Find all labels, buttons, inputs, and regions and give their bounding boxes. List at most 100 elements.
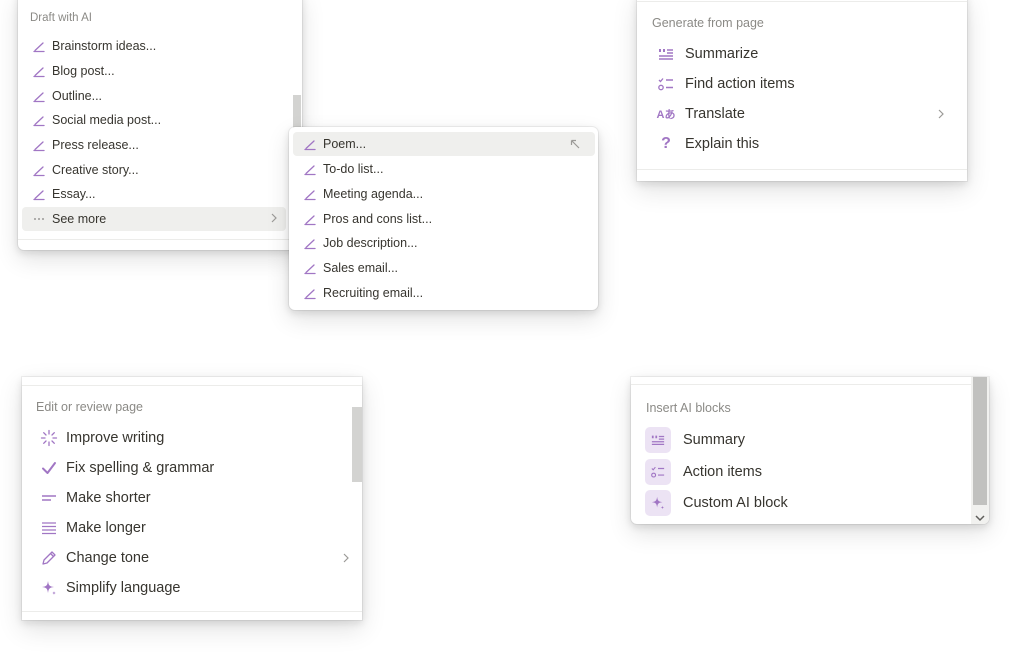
insert-ai-blocks-menu: Insert AI blocks Summary Action items Cu… bbox=[631, 377, 989, 524]
submenu-item-sales-email[interactable]: Sales email... bbox=[293, 256, 595, 280]
menu-item-press-release[interactable]: Press release... bbox=[22, 133, 286, 157]
menu-item-label: Custom AI block bbox=[683, 495, 788, 511]
pencil-icon bbox=[26, 138, 52, 152]
scrollbar-thumb[interactable] bbox=[973, 377, 987, 505]
menu-divider bbox=[22, 611, 362, 612]
translate-icon: Aあ bbox=[651, 106, 681, 122]
menu-item-find-action-items[interactable]: Find action items bbox=[645, 69, 961, 99]
menu-item-simplify-language[interactable]: Simplify language bbox=[28, 573, 354, 603]
menu-item-change-tone[interactable]: Change tone bbox=[28, 543, 354, 573]
menu-heading: Generate from page bbox=[652, 16, 764, 30]
pencil-icon bbox=[297, 162, 323, 176]
submenu-item-label: Meeting agenda... bbox=[323, 187, 424, 201]
menu-item-improve-writing[interactable]: Improve writing bbox=[28, 423, 354, 453]
pencil-icon bbox=[297, 261, 323, 275]
chevron-right-icon bbox=[342, 552, 350, 568]
menu-item-explain-this[interactable]: ? Explain this bbox=[645, 129, 961, 159]
pencil-icon bbox=[297, 212, 323, 226]
submenu-item-label: Job description... bbox=[323, 236, 418, 250]
menu-item-blog-post[interactable]: Blog post... bbox=[22, 59, 286, 83]
menu-item-label: Fix spelling & grammar bbox=[66, 460, 215, 476]
submenu-item-label: Poem... bbox=[323, 137, 367, 151]
submenu-item-job-description[interactable]: Job description... bbox=[293, 231, 595, 255]
submenu-item-poem[interactable]: Poem... bbox=[293, 132, 595, 156]
menu-item-label: Improve writing bbox=[66, 430, 165, 446]
menu-divider bbox=[637, 1, 967, 2]
generate-from-page-menu: Generate from page Summarize Find action… bbox=[637, 0, 967, 181]
menu-divider bbox=[637, 169, 967, 170]
menu-item-label: Blog post... bbox=[52, 64, 115, 78]
summary-icon bbox=[651, 46, 681, 62]
menu-item-label: Simplify language bbox=[66, 580, 181, 596]
menu-item-creative-story[interactable]: Creative story... bbox=[22, 158, 286, 182]
arrow-up-left-icon bbox=[569, 138, 581, 153]
menu-item-label: Summarize bbox=[685, 46, 759, 62]
pencil-icon bbox=[26, 39, 52, 53]
chevron-right-icon bbox=[270, 212, 278, 227]
submenu-item-meeting-agenda[interactable]: Meeting agenda... bbox=[293, 182, 595, 206]
checkmark-icon bbox=[34, 459, 64, 477]
sparkle-burst-icon bbox=[34, 429, 64, 447]
menu-item-label: Brainstorm ideas... bbox=[52, 39, 157, 53]
chevron-right-icon bbox=[937, 108, 945, 124]
pencil-icon bbox=[26, 89, 52, 103]
menu-item-label: Press release... bbox=[52, 138, 139, 152]
submenu-item-label: To-do list... bbox=[323, 162, 384, 176]
menu-item-custom-ai-block[interactable]: Custom AI block bbox=[645, 488, 965, 518]
ellipsis-icon bbox=[26, 212, 52, 226]
menu-divider bbox=[631, 384, 971, 385]
menu-item-label: Make shorter bbox=[66, 490, 151, 506]
menu-item-label: Translate bbox=[685, 106, 745, 122]
menu-heading: Edit or review page bbox=[36, 400, 144, 414]
pencil-icon bbox=[26, 163, 52, 177]
menu-item-fix-spelling[interactable]: Fix spelling & grammar bbox=[28, 453, 354, 483]
pencil-icon bbox=[26, 187, 52, 201]
long-lines-icon bbox=[34, 519, 64, 537]
sparkle-icon bbox=[34, 579, 64, 597]
menu-item-brainstorm[interactable]: Brainstorm ideas... bbox=[22, 34, 286, 58]
submenu-item-todo-list[interactable]: To-do list... bbox=[293, 157, 595, 181]
menu-item-label: Change tone bbox=[66, 550, 150, 566]
sparkle-icon bbox=[645, 490, 671, 516]
draft-with-ai-menu: Draft with AI Brainstorm ideas... Blog p… bbox=[18, 0, 302, 250]
menu-item-outline[interactable]: Outline... bbox=[22, 84, 286, 108]
pencil-icon bbox=[297, 137, 323, 151]
menu-item-label: Outline... bbox=[52, 89, 103, 103]
submenu-item-label: Pros and cons list... bbox=[323, 212, 433, 226]
translate-glyph: Aあ bbox=[656, 109, 676, 121]
menu-divider bbox=[18, 239, 302, 240]
menu-item-summary[interactable]: Summary bbox=[645, 425, 965, 455]
menu-item-label: Essay... bbox=[52, 187, 96, 201]
submenu-item-label: Recruiting email... bbox=[323, 286, 424, 300]
menu-item-label: Action items bbox=[683, 464, 762, 480]
menu-item-see-more[interactable]: See more bbox=[22, 207, 286, 231]
pencil-icon bbox=[297, 187, 323, 201]
menu-item-label: See more bbox=[52, 212, 107, 226]
pencil-icon bbox=[26, 64, 52, 78]
question-icon: ? bbox=[661, 135, 671, 152]
submenu-item-pros-cons[interactable]: Pros and cons list... bbox=[293, 207, 595, 231]
menu-item-translate[interactable]: Aあ Translate bbox=[645, 99, 961, 129]
scroll-down-arrow-icon[interactable] bbox=[975, 509, 985, 524]
edit-or-review-menu: Edit or review page Improve writing Fix … bbox=[22, 377, 362, 620]
submenu-item-label: Sales email... bbox=[323, 261, 399, 275]
menu-item-essay[interactable]: Essay... bbox=[22, 182, 286, 206]
menu-item-label: Social media post... bbox=[52, 113, 162, 127]
pencil-icon bbox=[26, 113, 52, 127]
menu-item-social-media-post[interactable]: Social media post... bbox=[22, 108, 286, 132]
menu-item-label: Creative story... bbox=[52, 163, 139, 177]
summary-icon bbox=[645, 427, 671, 453]
menu-item-make-shorter[interactable]: Make shorter bbox=[28, 483, 354, 513]
menu-item-action-items[interactable]: Action items bbox=[645, 457, 965, 487]
menu-item-make-longer[interactable]: Make longer bbox=[28, 513, 354, 543]
menu-item-summarize[interactable]: Summarize bbox=[645, 39, 961, 69]
scrollbar-thumb[interactable] bbox=[352, 407, 362, 482]
menu-divider bbox=[22, 385, 362, 386]
short-lines-icon bbox=[34, 489, 64, 507]
checklist-icon bbox=[651, 76, 681, 92]
pen-icon bbox=[34, 549, 64, 567]
menu-item-label: Summary bbox=[683, 432, 746, 448]
menu-item-label: Explain this bbox=[685, 136, 760, 152]
submenu-item-recruiting-email[interactable]: Recruiting email... bbox=[293, 281, 595, 305]
menu-item-label: Make longer bbox=[66, 520, 146, 536]
